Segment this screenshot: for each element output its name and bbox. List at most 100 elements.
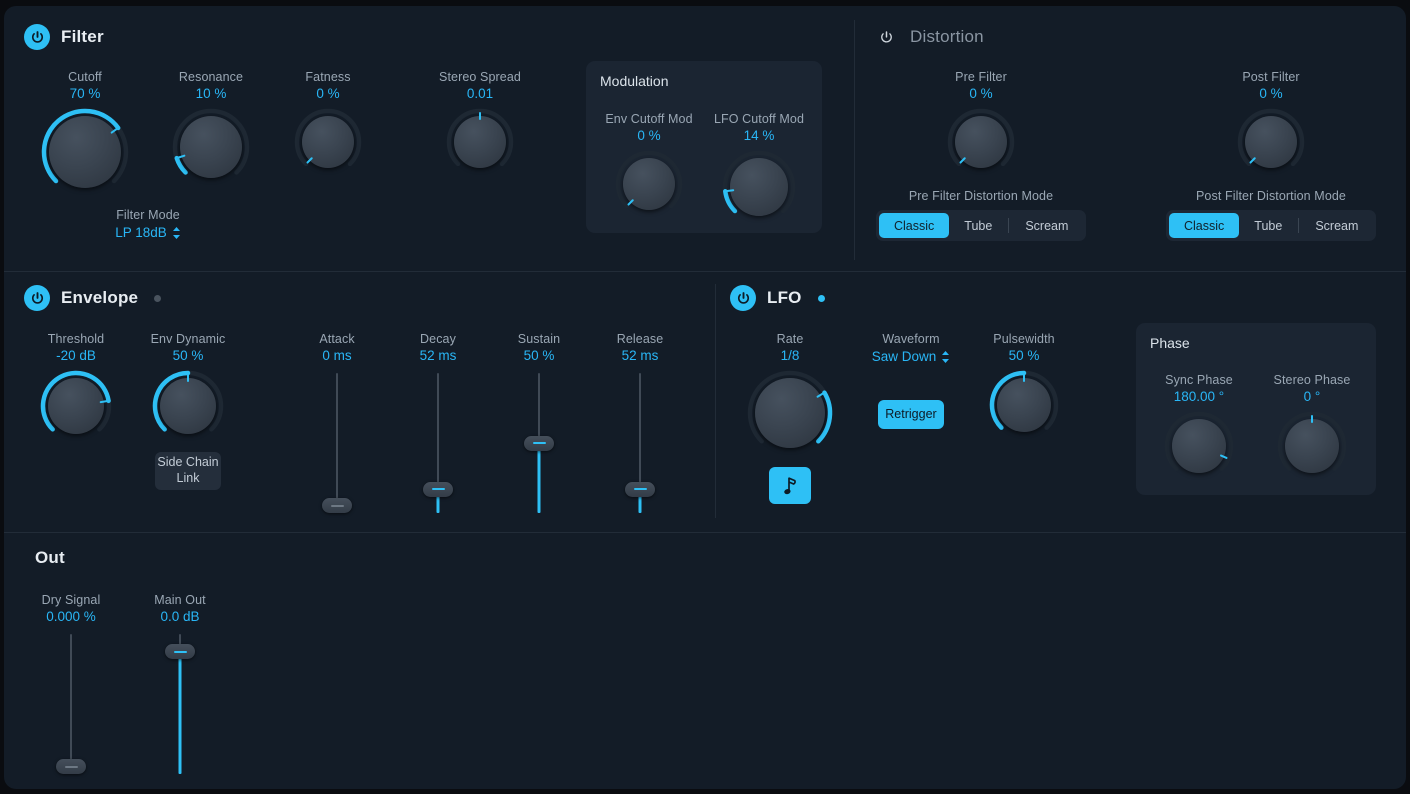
lfo-note-sync-button[interactable]	[769, 467, 811, 504]
stereo-phase-value: 0 °	[1304, 389, 1321, 404]
cutoff-value: 70 %	[70, 86, 101, 101]
stereo-phase-knob[interactable]	[1276, 410, 1348, 482]
sync-phase-knob-group[interactable]: Sync Phase 180.00 °	[1146, 373, 1252, 482]
slider-handle[interactable]	[322, 498, 352, 513]
pre-filter-knob[interactable]	[946, 107, 1016, 177]
sustain-slider-group[interactable]: Sustain 50 %	[499, 332, 579, 513]
dry-signal-label: Dry Signal	[42, 593, 101, 607]
pulsewidth-knob[interactable]	[988, 369, 1060, 441]
decay-slider-group[interactable]: Decay 52 ms	[398, 332, 478, 513]
envelope-lfo-divider	[715, 284, 716, 518]
out-top-divider	[4, 532, 1406, 533]
out-section-title: Out	[35, 548, 65, 567]
pre-filter-knob-group[interactable]: Pre Filter 0 %	[933, 70, 1029, 177]
main-out-slider-group[interactable]: Main Out 0.0 dB	[140, 593, 220, 774]
resonance-knob-group[interactable]: Resonance 10 %	[170, 70, 252, 187]
lfo-rate-knob[interactable]	[746, 369, 834, 457]
release-label: Release	[617, 332, 664, 346]
fatness-knob[interactable]	[293, 107, 363, 177]
filter-mode-group[interactable]: Filter Mode LP 18dB	[96, 208, 200, 240]
threshold-knob-group[interactable]: Threshold -20 dB	[34, 332, 118, 443]
post-filter-distortion-mode-segmented[interactable]: Classic Tube Scream	[1166, 210, 1376, 241]
main-out-label: Main Out	[154, 593, 206, 607]
slider-handle-dash	[533, 442, 546, 444]
lfo-rate-knob-group[interactable]: Rate 1/8	[750, 332, 830, 457]
threshold-knob[interactable]	[39, 369, 113, 443]
pre-filter-value: 0 %	[969, 86, 992, 101]
filter-mode-popup[interactable]: LP 18dB	[96, 225, 200, 240]
slider-handle[interactable]	[56, 759, 86, 774]
env-cutoff-mod-knob[interactable]	[614, 149, 684, 219]
env-cutoff-mod-label: Env Cutoff Mod	[605, 112, 692, 126]
pre-mode-scream[interactable]: Scream	[1010, 213, 1083, 238]
stereo-spread-label: Stereo Spread	[439, 70, 521, 84]
env-dynamic-knob-group[interactable]: Env Dynamic 50 %	[142, 332, 234, 443]
lfo-power-icon[interactable]	[730, 285, 756, 311]
slider-handle[interactable]	[524, 436, 554, 451]
sustain-value: 50 %	[524, 348, 555, 363]
resonance-knob[interactable]	[171, 107, 251, 187]
threshold-label: Threshold	[48, 332, 105, 346]
lfo-cutoff-mod-knob-group[interactable]: LFO Cutoff Mod 14 %	[706, 112, 812, 225]
attack-slider-group[interactable]: Attack 0 ms	[297, 332, 377, 513]
post-filter-knob-group[interactable]: Post Filter 0 %	[1223, 70, 1319, 177]
pre-mode-tube[interactable]: Tube	[949, 213, 1007, 238]
slider-handle[interactable]	[423, 482, 453, 497]
side-chain-link-button[interactable]: Side Chain Link	[155, 452, 221, 490]
lfo-retrigger-button[interactable]: Retrigger	[878, 400, 944, 429]
lfo-cutoff-mod-knob[interactable]	[721, 149, 797, 225]
resonance-label: Resonance	[179, 70, 243, 84]
phase-title: Phase	[1150, 335, 1190, 351]
attack-slider[interactable]	[320, 373, 354, 513]
envelope-power-icon[interactable]	[24, 285, 50, 311]
attack-label: Attack	[319, 332, 354, 346]
cutoff-knob-group[interactable]: Cutoff 70 %	[39, 70, 131, 197]
release-slider[interactable]	[623, 373, 657, 513]
env-cutoff-mod-knob-group[interactable]: Env Cutoff Mod 0 %	[596, 112, 702, 219]
dry-signal-value: 0.000 %	[46, 609, 96, 624]
env-cutoff-mod-value: 0 %	[637, 128, 660, 143]
pre-filter-mode-label-wrap: Pre Filter Distortion Mode	[881, 189, 1081, 203]
stereo-phase-knob-group[interactable]: Stereo Phase 0 °	[1259, 373, 1365, 482]
cutoff-label: Cutoff	[68, 70, 102, 84]
dry-signal-slider[interactable]	[54, 634, 88, 774]
pre-filter-distortion-mode-segmented[interactable]: Classic Tube Scream	[876, 210, 1086, 241]
dry-signal-slider-group[interactable]: Dry Signal 0.000 %	[31, 593, 111, 774]
post-filter-label: Post Filter	[1242, 70, 1299, 84]
main-out-value: 0.0 dB	[160, 609, 199, 624]
slider-handle[interactable]	[165, 644, 195, 659]
release-slider-group[interactable]: Release 52 ms	[600, 332, 680, 513]
slider-track[interactable]	[336, 373, 338, 513]
slider-handle[interactable]	[625, 482, 655, 497]
sustain-slider[interactable]	[522, 373, 556, 513]
post-mode-scream[interactable]: Scream	[1300, 213, 1373, 238]
filter-mode-label: Filter Mode	[96, 208, 200, 222]
pulsewidth-knob-group[interactable]: Pulsewidth 50 %	[979, 332, 1069, 441]
post-mode-tube[interactable]: Tube	[1239, 213, 1297, 238]
filter-power-icon[interactable]	[24, 24, 50, 50]
stereo-spread-knob-group[interactable]: Stereo Spread 0.01	[432, 70, 528, 177]
env-dynamic-knob[interactable]	[151, 369, 225, 443]
main-out-slider[interactable]	[163, 634, 197, 774]
stereo-spread-knob[interactable]	[445, 107, 515, 177]
decay-value: 52 ms	[420, 348, 457, 363]
resonance-value: 10 %	[196, 86, 227, 101]
slider-handle-dash	[174, 651, 187, 653]
slider-track[interactable]	[70, 634, 72, 774]
slider-handle-dash	[432, 488, 445, 490]
lfo-waveform-group[interactable]: Waveform Saw Down	[859, 332, 963, 364]
lfo-waveform-popup[interactable]: Saw Down	[859, 349, 963, 364]
chevron-updown-icon	[172, 226, 181, 240]
slider-handle-dash	[331, 505, 344, 507]
cutoff-knob[interactable]	[40, 107, 130, 197]
chevron-updown-icon	[941, 350, 950, 364]
fatness-knob-group[interactable]: Fatness 0 %	[292, 70, 364, 177]
pre-mode-classic[interactable]: Classic	[879, 213, 949, 238]
distortion-power-icon[interactable]	[873, 24, 899, 50]
post-mode-separator	[1298, 218, 1299, 233]
decay-slider[interactable]	[421, 373, 455, 513]
post-filter-knob[interactable]	[1236, 107, 1306, 177]
sync-phase-knob[interactable]	[1163, 410, 1235, 482]
post-mode-classic[interactable]: Classic	[1169, 213, 1239, 238]
pre-filter-label: Pre Filter	[955, 70, 1007, 84]
